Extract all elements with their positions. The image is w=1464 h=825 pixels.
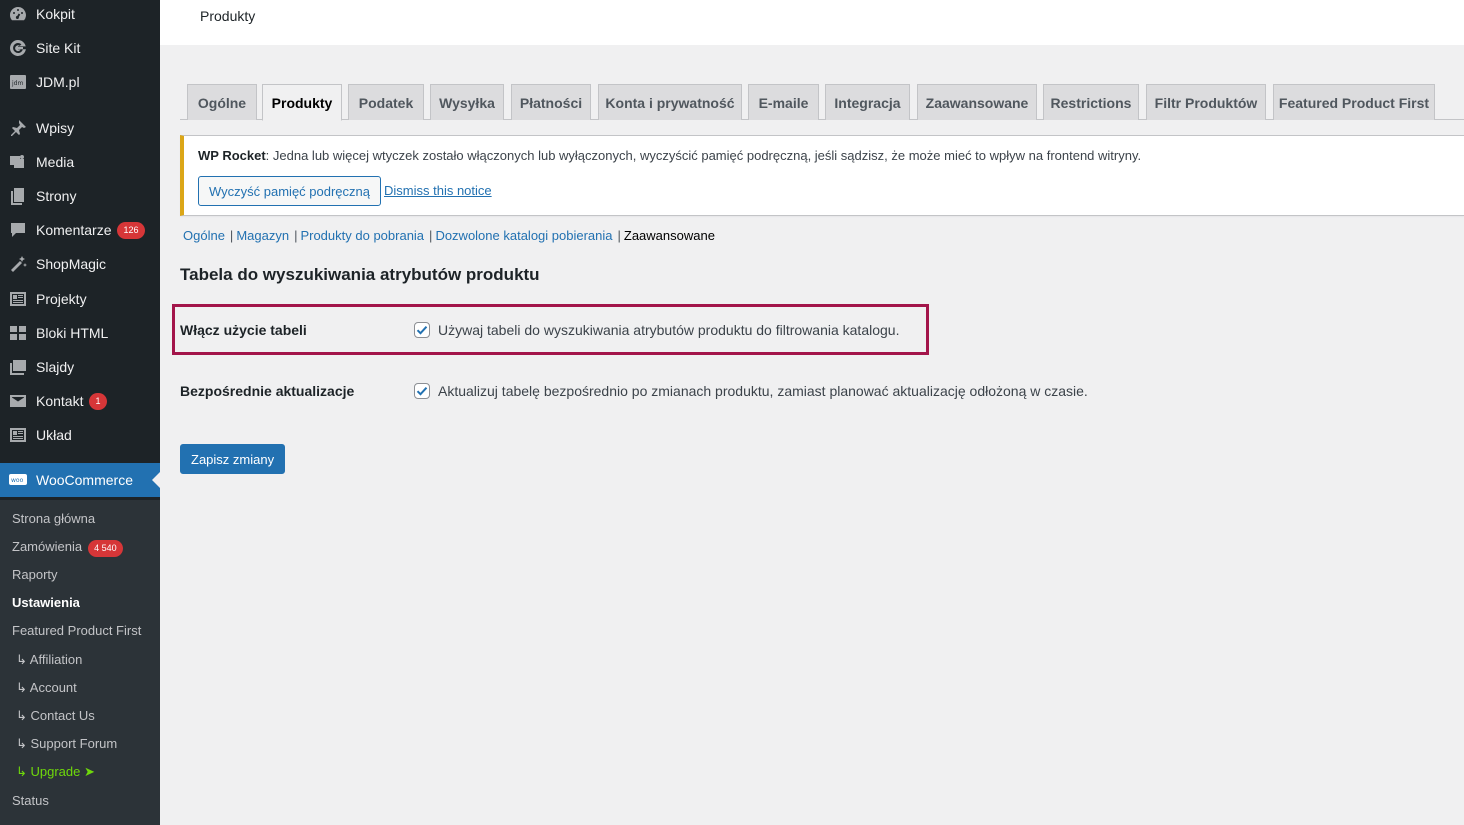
media-icon xyxy=(0,152,36,172)
tab-restrictions[interactable]: Restrictions xyxy=(1043,84,1139,120)
subnav-produkty-do-pobrania[interactable]: Produkty do pobrania xyxy=(300,228,424,243)
section-title: Tabela do wyszukiwania atrybutów produkt… xyxy=(180,265,540,284)
direct-updates-description: Aktualizuj tabelę bezpośrednio po zmiana… xyxy=(438,383,1088,399)
sidebar-item-bloki-html[interactable]: Bloki HTML xyxy=(0,316,160,350)
google-g-icon xyxy=(0,38,36,58)
checkmark-icon xyxy=(416,387,428,396)
submenu-support-forum[interactable]: ↳ Support Forum xyxy=(16,734,117,754)
wp-rocket-notice: WP Rocket: Jedna lub więcej wtyczek zost… xyxy=(180,135,1464,216)
submenu-upgrade[interactable]: ↳ Upgrade ➤ xyxy=(16,762,95,782)
enable-table-field: Używaj tabeli do wyszukiwania atrybutów … xyxy=(414,322,899,338)
direct-updates-label: Bezpośrednie aktualizacje xyxy=(180,383,355,399)
enable-table-checkbox[interactable] xyxy=(414,322,430,338)
dashboard-icon xyxy=(0,4,36,24)
comment-icon xyxy=(0,220,36,240)
section-subnav: Ogólne | Magazyn | Produkty do pobrania | Dozw… xyxy=(183,228,715,243)
mail-icon xyxy=(0,391,36,411)
svg-text:woo: woo xyxy=(11,477,24,484)
page-title: Produkty xyxy=(200,8,256,24)
pin-icon xyxy=(0,118,36,138)
direct-updates-field: Aktualizuj tabelę bezpośrednio po zmiana… xyxy=(414,383,1088,399)
jdm-icon: jdm xyxy=(0,72,36,92)
sidebar-item-shopmagic[interactable]: ShopMagic xyxy=(0,247,160,281)
enable-table-label: Włącz użycie tabeli xyxy=(180,322,307,338)
sidebar-item-media[interactable]: Media xyxy=(0,145,160,179)
tab-produkty[interactable]: Produkty xyxy=(262,84,342,121)
direct-updates-checkbox[interactable] xyxy=(414,383,430,399)
sidebar-item-slajdy[interactable]: Slajdy xyxy=(0,350,160,384)
subnav-ogolne[interactable]: Ogólne xyxy=(183,228,225,243)
save-changes-button[interactable]: Zapisz zmiany xyxy=(180,444,286,474)
sidebar-item-strony[interactable]: Strony xyxy=(0,179,160,213)
clear-cache-button[interactable]: Wyczyść pamięć podręczną xyxy=(198,176,381,206)
tab-zaawansowane[interactable]: Zaawansowane xyxy=(917,84,1037,120)
tab-ogolne[interactable]: Ogólne xyxy=(187,84,257,120)
sidebar-item-site-kit[interactable]: Site Kit xyxy=(0,31,160,65)
tab-integracja[interactable]: Integracja xyxy=(825,84,910,120)
tab-podatek[interactable]: Podatek xyxy=(348,84,424,120)
subnav-magazyn[interactable]: Magazyn xyxy=(236,228,289,243)
sidebar-item-jdm[interactable]: jdm JDM.pl xyxy=(0,65,160,99)
comments-count-badge: 126 xyxy=(117,221,145,239)
woo-icon: woo xyxy=(0,470,36,490)
submenu-contact-us[interactable]: ↳ Contact Us xyxy=(16,706,95,726)
tab-filtr-produktow[interactable]: Filtr Produktów xyxy=(1146,84,1266,120)
svg-text:jdm: jdm xyxy=(11,80,23,87)
pages-icon xyxy=(0,186,36,206)
submenu-status[interactable]: Status xyxy=(12,791,49,811)
contact-count-badge: 1 xyxy=(89,392,107,410)
layout-icon xyxy=(0,425,36,445)
sidebar-item-kokpit[interactable]: Kokpit xyxy=(0,0,160,31)
enable-table-description: Używaj tabeli do wyszukiwania atrybutów … xyxy=(438,322,900,338)
sidebar-item-woocommerce[interactable]: woo WooCommerce xyxy=(0,463,160,497)
portfolio-icon xyxy=(0,289,36,309)
grid-icon xyxy=(0,323,36,343)
submenu-raporty[interactable]: Raporty xyxy=(12,565,58,585)
sidebar-item-komentarze[interactable]: Komentarze 126 xyxy=(0,213,160,247)
orders-count-badge: 4 540 xyxy=(88,540,123,557)
slides-icon xyxy=(0,357,36,377)
tab-platnosci[interactable]: Płatności xyxy=(511,84,591,120)
subnav-dozwolone-katalogi[interactable]: Dozwolone katalogi pobierania xyxy=(435,228,612,243)
submenu-featured-product-first[interactable]: Featured Product First xyxy=(12,621,141,641)
settings-tabs: Ogólne Produkty Podatek Wysyłka Płatnośc… xyxy=(180,84,1464,121)
tab-konta-i-prywatnosc[interactable]: Konta i prywatność xyxy=(598,84,742,120)
sidebar-item-kontakt[interactable]: Kontakt 1 xyxy=(0,384,160,418)
tab-e-maile[interactable]: E-maile xyxy=(748,84,819,120)
page-header: Produkty xyxy=(160,0,1464,45)
submenu-account[interactable]: ↳ Account xyxy=(16,678,77,698)
tab-featured-product-first[interactable]: Featured Product First xyxy=(1273,84,1435,120)
tab-wysylka[interactable]: Wysyłka xyxy=(430,84,504,120)
subnav-zaawansowane: Zaawansowane xyxy=(623,228,715,243)
submenu-ustawienia[interactable]: Ustawienia xyxy=(12,593,80,613)
admin-sidebar: Kokpit Site Kit jdm JDM.pl Wpisy Media S… xyxy=(0,0,160,825)
checkmark-icon xyxy=(416,326,428,335)
notice-message: WP Rocket: Jedna lub więcej wtyczek zost… xyxy=(198,148,1142,163)
woocommerce-submenu: Strona główna Zamówienia 4 540 Raporty Us… xyxy=(0,500,160,825)
submenu-strona-glowna[interactable]: Strona główna xyxy=(12,509,95,529)
submenu-affiliation[interactable]: ↳ Affiliation xyxy=(16,650,82,670)
sidebar-item-wpisy[interactable]: Wpisy xyxy=(0,111,160,145)
sidebar-item-uklad[interactable]: Układ xyxy=(0,418,160,452)
magic-wand-icon xyxy=(0,254,36,274)
submenu-zamowienia[interactable]: Zamówienia 4 540 xyxy=(12,537,123,557)
dismiss-notice-link[interactable]: Dismiss this notice xyxy=(384,183,492,198)
sidebar-item-projekty[interactable]: Projekty xyxy=(0,282,160,316)
